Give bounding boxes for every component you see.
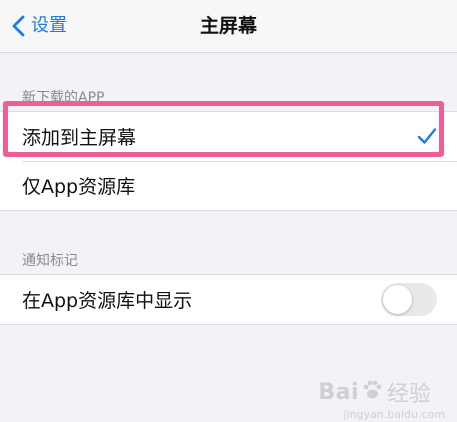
option-label: 仅App资源库 [22,176,136,198]
option-add-to-home-screen[interactable]: 添加到主屏幕 [0,112,457,161]
new-app-downloads-options: 添加到主屏幕 仅App资源库 [0,111,457,211]
option-app-library-only[interactable]: 仅App资源库 [0,161,457,210]
checkmark-icon [417,126,437,151]
watermark-brand-right: 经验 [386,382,431,407]
home-screen-settings-page: 设置 主屏幕 新下载的APP 添加到主屏幕 仅App资源库 通知标记 在App资… [0,0,457,422]
show-in-app-library-row: 在App资源库中显示 [0,275,457,324]
new-app-downloads-section-header: 新下载的APP [22,90,105,106]
notification-badges-options: 在App资源库中显示 [0,274,457,325]
show-in-app-library-toggle[interactable] [381,283,437,316]
notification-badges-section-header: 通知标记 [22,253,78,269]
page-title: 主屏幕 [199,15,257,37]
navigation-bar: 设置 主屏幕 [0,0,457,53]
toggle-knob [383,285,412,314]
paw-icon [361,379,383,405]
option-label: 添加到主屏幕 [22,127,137,149]
baidu-jingyan-watermark: Bai 经验 [318,376,431,408]
watermark-brand-left: Bai [318,379,359,405]
watermark-url: jingyan.baidu.com [343,408,445,421]
row-label: 在App资源库中显示 [22,290,193,312]
